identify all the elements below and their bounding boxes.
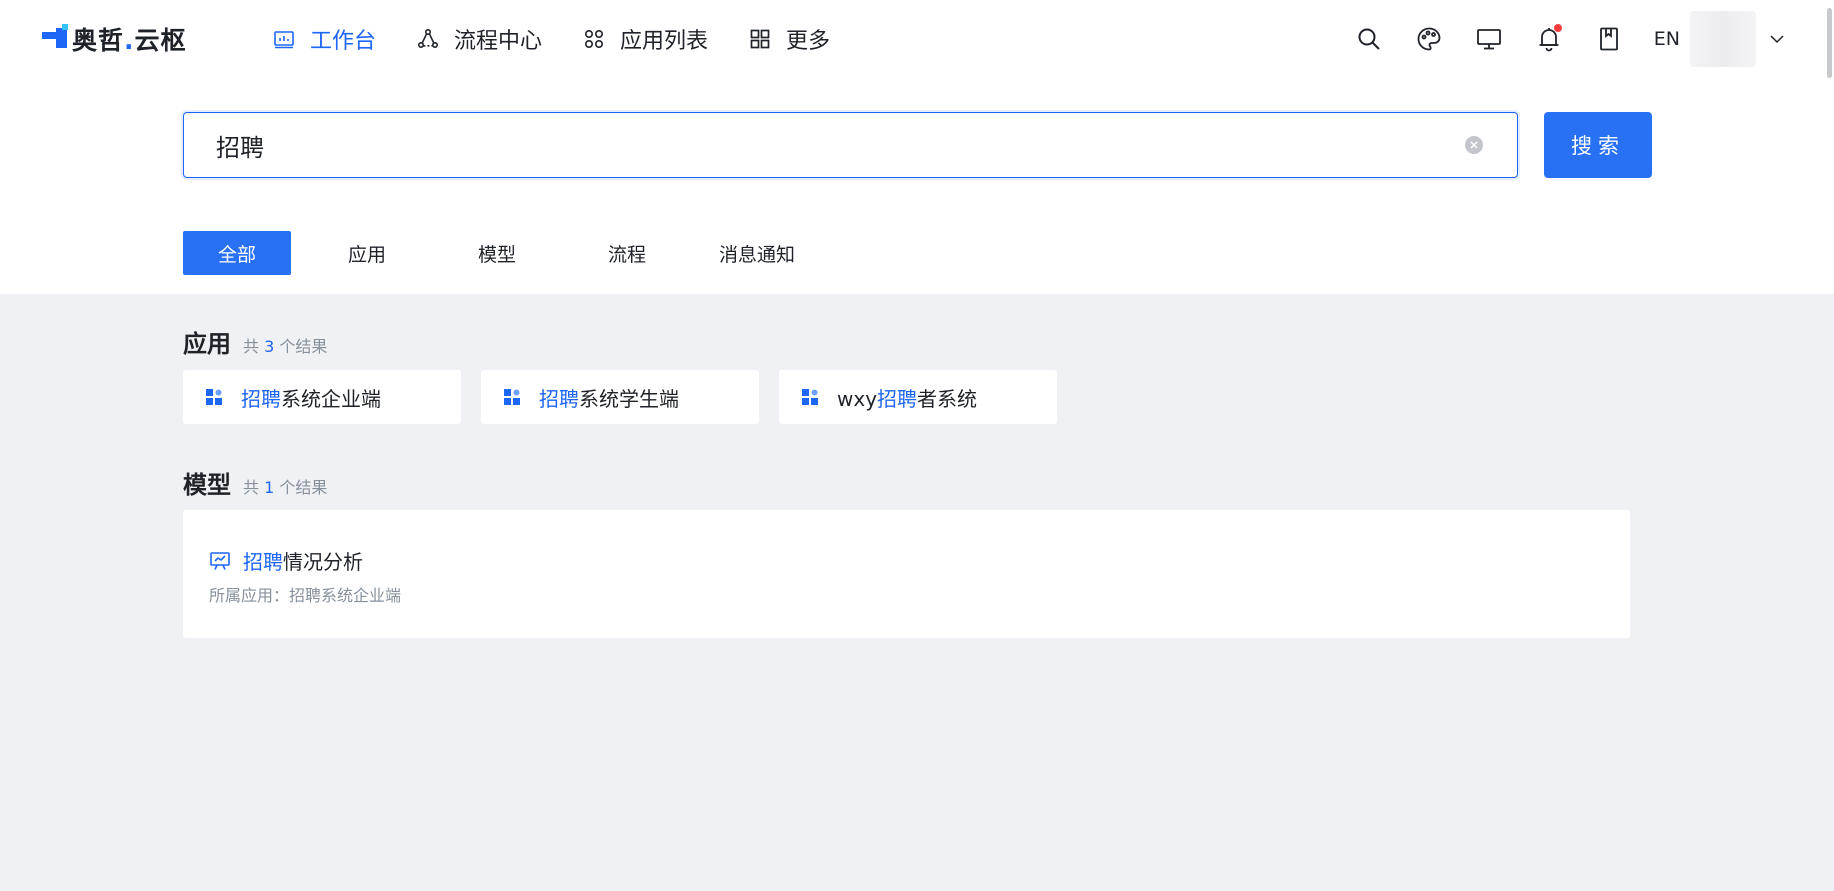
language-switch[interactable]: EN	[1654, 28, 1680, 50]
avatar[interactable]	[1690, 11, 1756, 67]
tab-models[interactable]: 模型	[443, 231, 551, 275]
tab-notifications[interactable]: 消息通知	[703, 231, 811, 275]
result-count: 共 3 个结果	[243, 337, 328, 356]
search-button[interactable]: 搜索	[1544, 112, 1652, 178]
search-icon[interactable]	[1354, 24, 1384, 54]
nav-label: 应用列表	[620, 29, 709, 54]
scrollbar[interactable]	[1825, 0, 1834, 78]
nav-label: 工作台	[310, 29, 377, 54]
app-results: 招聘系统企业端 招聘系统学生端 wxy招聘者系统	[183, 370, 1077, 424]
report-chart-icon	[210, 551, 230, 570]
search-input[interactable]	[216, 125, 1416, 165]
models-section-title: 模型 共 1 个结果	[183, 465, 327, 500]
notification-dot	[1553, 24, 1562, 32]
monitor-icon[interactable]	[1474, 24, 1504, 54]
nav-label: 更多	[786, 29, 831, 54]
book-icon[interactable]	[1594, 24, 1624, 54]
logo[interactable]: 奥哲.云枢	[42, 22, 187, 56]
app-result-card[interactable]: 招聘系统学生端	[481, 370, 759, 424]
nav-item-app-list[interactable]: 应用列表	[582, 23, 708, 55]
app-icon	[802, 389, 818, 405]
app-icon	[504, 389, 520, 405]
tab-all[interactable]: 全部	[183, 231, 291, 275]
workflow-icon	[416, 27, 440, 51]
search-panel: 搜索 全部 应用 模型 流程 消息通知	[0, 78, 1834, 294]
app-name: 招聘系统企业端	[241, 386, 381, 411]
tab-processes[interactable]: 流程	[573, 231, 681, 275]
model-app-subtitle: 所属应用：招聘系统企业端	[209, 586, 402, 605]
scrollbar-thumb[interactable]	[1827, 8, 1832, 78]
nav-label: 流程中心	[454, 29, 543, 54]
result-count: 共 1 个结果	[243, 478, 328, 497]
app-icon	[206, 389, 222, 405]
top-header: 奥哲.云枢 工作台 流程中心 应用列表 更多 EN	[0, 0, 1834, 78]
section-heading: 应用	[183, 330, 231, 358]
clear-icon[interactable]	[1465, 136, 1483, 154]
app-name: 招聘系统学生端	[539, 386, 679, 411]
dashboard-icon	[272, 27, 296, 51]
tab-apps[interactable]: 应用	[313, 231, 421, 275]
bell-icon[interactable]	[1534, 24, 1564, 54]
palette-icon[interactable]	[1414, 24, 1444, 54]
nav-item-workflow-center[interactable]: 流程中心	[416, 23, 542, 55]
section-heading: 模型	[183, 471, 231, 499]
more-grid-icon	[748, 27, 772, 51]
result-tabs: 全部 应用 模型 流程 消息通知	[183, 231, 833, 275]
app-name: wxy招聘者系统	[837, 386, 978, 411]
model-result-card[interactable]: 招聘情况分析 所属应用：招聘系统企业端	[183, 510, 1630, 638]
logo-text: 奥哲.云枢	[72, 26, 187, 55]
search-box	[183, 112, 1518, 178]
nav-item-workbench[interactable]: 工作台	[272, 23, 376, 55]
header-tools: EN	[1324, 0, 1786, 78]
app-result-card[interactable]: 招聘系统企业端	[183, 370, 461, 424]
nav-item-more[interactable]: 更多	[748, 23, 830, 55]
app-grid-icon	[582, 27, 606, 51]
apps-section-title: 应用 共 3 个结果	[183, 324, 327, 359]
main-nav: 工作台 流程中心 应用列表 更多	[272, 0, 870, 78]
model-title-row: 招聘情况分析	[209, 546, 363, 575]
model-name: 招聘情况分析	[243, 550, 363, 574]
logo-mark-icon	[42, 24, 70, 54]
chevron-down-icon[interactable]	[1768, 30, 1786, 48]
app-result-card[interactable]: wxy招聘者系统	[779, 370, 1057, 424]
